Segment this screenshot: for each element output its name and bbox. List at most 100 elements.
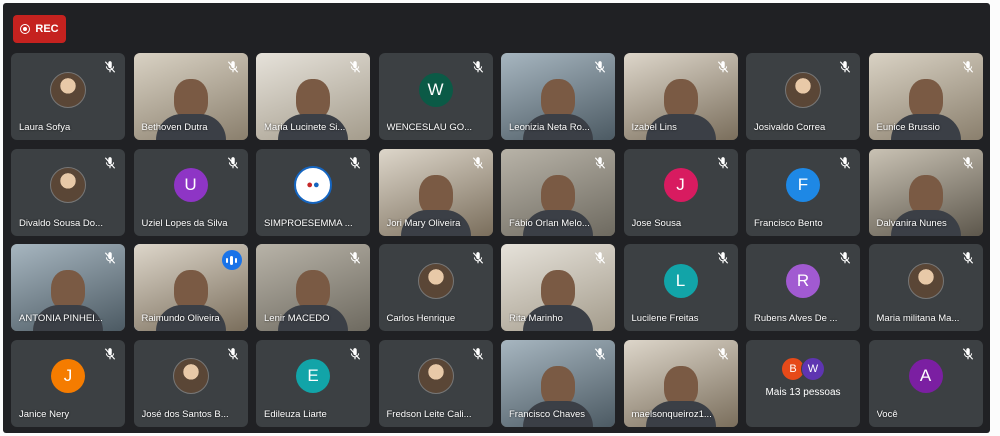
participant-tile[interactable]: Divaldo Sousa Do... [11, 148, 125, 236]
participant-photo [172, 358, 209, 395]
participant-tile[interactable]: ANTONIA PINHEI... [11, 244, 125, 331]
mic-off-icon [838, 60, 852, 74]
participant-name: Rubens Alves De ... [754, 313, 838, 324]
participant-name: WENCESLAU GO... [386, 122, 473, 133]
participant-name: Janice Nery [19, 408, 70, 420]
mic-off-icon [716, 251, 730, 265]
speaking-indicator-icon [221, 250, 242, 270]
participant-photo [50, 71, 86, 108]
participant-photo [50, 167, 86, 204]
participant-tile[interactable]: ● ● SIMPROESEMMA ... [256, 148, 370, 236]
participant-name: Lucilene Freitas [631, 313, 699, 324]
participant-tile[interactable]: Josivaldo Correa [746, 53, 860, 140]
participant-name: Leonizia Neta Ro... [509, 122, 590, 133]
participant-photo [907, 262, 944, 299]
participant-tile[interactable]: L Lucilene Freitas [623, 244, 738, 331]
participant-name: Francisco Chaves [509, 408, 586, 420]
participant-name: Maria Lucinete Si... [264, 122, 346, 133]
participant-tile[interactable]: Bethoven Dutra [133, 53, 248, 140]
participant-tile[interactable]: Maria militana Ma... [868, 244, 983, 331]
participant-name: ANTONIA PINHEI... [19, 313, 103, 324]
participant-tile[interactable]: R Rubens Alves De ... [746, 244, 860, 331]
participant-name: SIMPROESEMMA ... [264, 217, 353, 229]
participant-name: Fábio Orlan Melo... [509, 217, 590, 229]
record-icon [20, 24, 31, 34]
participant-name: Francisco Bento [754, 217, 823, 229]
participant-tile[interactable]: maelsonqueiroz1... [623, 339, 738, 427]
participant-tile[interactable]: Rita Marinho [501, 244, 615, 331]
participant-name: Edileuza Liarte [264, 408, 327, 420]
participant-tile[interactable]: U Uziel Lopes da Silva [133, 148, 248, 236]
participant-tile[interactable]: José dos Santos B... [133, 339, 248, 427]
participant-name: Raimundo Oliveira [141, 313, 220, 324]
mic-off-icon [593, 251, 607, 265]
mic-off-icon [593, 156, 607, 170]
participant-tile[interactable]: Francisco Chaves [501, 339, 615, 427]
mic-off-icon [103, 60, 117, 74]
mic-off-icon [103, 251, 117, 265]
participant-tile[interactable]: A Você [868, 339, 983, 427]
participant-tile[interactable]: Fábio Orlan Melo... [501, 148, 615, 236]
participant-tile[interactable]: Eunice Brussio [868, 53, 983, 140]
mic-off-icon [716, 156, 730, 170]
mic-off-icon [471, 60, 485, 74]
participant-name: Fredson Leite Cali... [386, 408, 472, 420]
mic-off-icon [226, 347, 240, 361]
participant-tile[interactable]: Leonizia Neta Ro... [501, 53, 615, 140]
participant-name: Izabel Lins [631, 122, 677, 133]
participant-tile[interactable]: F Francisco Bento [746, 148, 860, 236]
participant-name: Josivaldo Correa [754, 122, 826, 133]
mic-off-icon [226, 60, 240, 74]
mic-off-icon [716, 347, 730, 361]
participant-grid: Laura Sofya Bethoven Dutra Maria Lucinete … [11, 53, 983, 427]
participant-name: Jose Sousa [631, 217, 682, 229]
participant-name: José dos Santos B... [141, 408, 229, 420]
more-participants-avatars: BW [781, 357, 825, 382]
participant-name: Carlos Henrique [386, 313, 456, 324]
recording-indicator[interactable]: REC [13, 15, 66, 43]
participant-tile[interactable]: Izabel Lins [623, 53, 738, 140]
participant-tile[interactable]: W WENCESLAU GO... [378, 53, 493, 140]
participant-tile[interactable]: Dalvanira Nunes [868, 148, 983, 236]
mic-off-icon [471, 251, 485, 265]
mic-off-icon [838, 156, 852, 170]
participant-name: Dalvanira Nunes [876, 217, 947, 229]
mic-off-icon [838, 251, 852, 265]
mic-off-icon [471, 347, 485, 361]
participant-name: Lenir MACEDO [264, 313, 330, 324]
mic-off-icon [961, 347, 975, 361]
mic-off-icon [348, 156, 362, 170]
participant-tile[interactable]: J Janice Nery [11, 339, 125, 427]
participant-tile[interactable]: Laura Sofya [11, 53, 125, 140]
participant-photo [785, 71, 821, 108]
mic-off-icon [103, 347, 117, 361]
participant-name: Jori Mary Oliveira [386, 217, 461, 229]
participant-photo [417, 358, 454, 395]
participant-tile[interactable]: Raimundo Oliveira [133, 244, 248, 331]
participant-tile[interactable]: B W Mais 13 pessoas [746, 339, 860, 427]
mic-off-icon [716, 60, 730, 74]
mic-off-icon [103, 156, 117, 170]
mic-off-icon [348, 60, 362, 74]
mic-off-icon [348, 251, 362, 265]
meeting-window: REC Laura Sofya Bethoven Dutra Maria Lucin… [3, 3, 990, 433]
participant-avatar: F [786, 168, 820, 203]
mic-off-icon [471, 156, 485, 170]
participant-tile[interactable]: Jori Mary Oliveira [378, 148, 493, 236]
participant-tile[interactable]: Carlos Henrique [378, 244, 493, 331]
participant-avatar: A [908, 359, 943, 394]
participant-name: Eunice Brussio [876, 122, 940, 133]
participant-avatar: E [296, 359, 330, 394]
participant-name: Divaldo Sousa Do... [19, 217, 103, 229]
participant-name: maelsonqueiroz1... [631, 408, 712, 420]
mic-off-icon [593, 347, 607, 361]
participant-tile[interactable]: J Jose Sousa [623, 148, 738, 236]
participant-avatar: R [786, 263, 820, 298]
participant-tile[interactable]: E Edileuza Liarte [256, 339, 370, 427]
participant-tile[interactable]: Maria Lucinete Si... [256, 53, 370, 140]
participant-name: Rita Marinho [509, 313, 563, 324]
participant-tile[interactable]: Fredson Leite Cali... [378, 339, 493, 427]
participant-avatar: U [173, 168, 208, 203]
participant-avatar: L [663, 263, 698, 298]
participant-tile[interactable]: Lenir MACEDO [256, 244, 370, 331]
